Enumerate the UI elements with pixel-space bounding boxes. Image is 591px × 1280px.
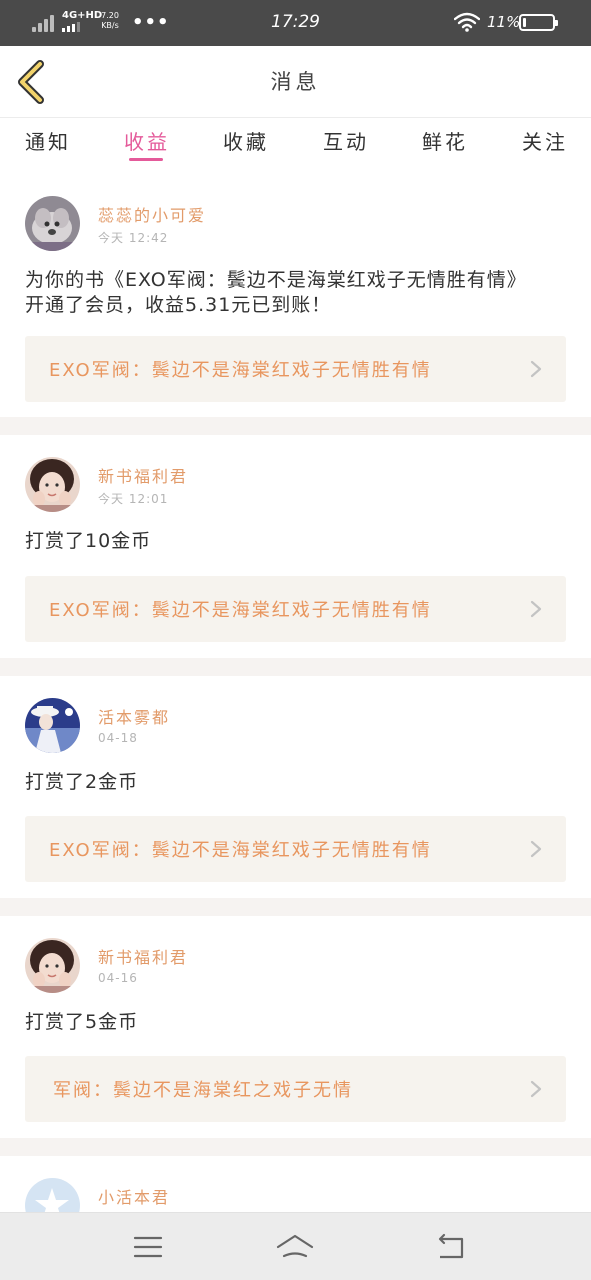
message-time: 04-16 [98,971,138,985]
tab-favorites[interactable]: 收藏 [223,126,269,155]
message-time: 今天 12:01 [98,492,169,506]
message-text: 打赏了10金币 [25,530,152,552]
message-time: 今天 12:42 [98,231,169,245]
username[interactable]: 新书福利君 [98,463,188,487]
book-link[interactable]: 军阀：鬓边不是海棠红之戏子无情 [25,1056,566,1122]
back-arrow-icon[interactable] [430,1231,470,1263]
system-navigation-bar [0,1212,591,1280]
wifi-icon [454,12,480,32]
message-card: 小活本君 [0,1156,591,1233]
username[interactable]: 小活本君 [98,1184,170,1208]
message-card: 蕊蕊的小可爱 今天 12:42 为你的书《EXO军阀：鬓边不是海棠红戏子无情胜有… [0,174,591,417]
battery-icon [519,14,558,31]
message-time: 04-18 [98,731,138,745]
username[interactable]: 活本雾都 [98,704,170,728]
chevron-right-icon [530,840,542,858]
book-title: EXO军阀：鬓边不是海棠红戏子无情胜有情 [49,600,432,621]
home-icon[interactable] [275,1231,315,1263]
tab-bar: 通知 收益 收藏 互动 鲜花 关注 [0,118,591,174]
username[interactable]: 蕊蕊的小可爱 [98,202,206,226]
page-title: 消息 [270,70,321,94]
tab-following[interactable]: 关注 [522,126,568,155]
book-title: EXO军阀：鬓边不是海棠红戏子无情胜有情 [49,360,432,381]
tab-interactions[interactable]: 互动 [323,126,369,155]
menu-icon[interactable] [128,1231,168,1263]
book-link[interactable]: EXO军阀：鬓边不是海棠红戏子无情胜有情 [25,576,566,642]
message-card: 活本雾都 04-18 打赏了2金币 EXO军阀：鬓边不是海棠红戏子无情胜有情 [0,676,591,898]
message-text: 打赏了5金币 [25,1011,139,1033]
book-title: EXO军阀：鬓边不是海棠红戏子无情胜有情 [49,840,432,861]
active-tab-indicator [129,158,163,161]
battery-level-fill [523,18,526,27]
user-avatar[interactable] [25,698,80,753]
message-card: 新书福利君 今天 12:01 打赏了10金币 EXO军阀：鬓边不是海棠红戏子无情… [0,435,591,658]
app-header: 消息 [0,46,591,118]
chevron-right-icon [530,360,542,378]
user-avatar[interactable] [25,457,80,512]
tab-earnings[interactable]: 收益 [124,126,170,155]
message-card: 新书福利君 04-16 打赏了5金币 军阀：鬓边不是海棠红之戏子无情 [0,916,591,1138]
user-avatar[interactable] [25,196,80,251]
status-bar: 4G+HD 7.20 KB/s ••• 17:29 11% [0,0,591,46]
tab-flowers[interactable]: 鲜花 [422,126,468,155]
book-title: 军阀：鬓边不是海棠红之戏子无情 [53,1080,353,1101]
username[interactable]: 新书福利君 [98,944,188,968]
chevron-right-icon [530,1080,542,1098]
chevron-right-icon [530,600,542,618]
battery-percent: 11% [487,13,521,31]
message-text: 打赏了2金币 [25,771,139,793]
tab-notifications[interactable]: 通知 [25,126,71,155]
book-link[interactable]: EXO军阀：鬓边不是海棠红戏子无情胜有情 [25,816,566,882]
message-text: 为你的书《EXO军阀：鬓边不是海棠红戏子无情胜有情》开通了会员，收益5.31元已… [25,269,527,316]
user-avatar[interactable] [25,938,80,993]
book-link[interactable]: EXO军阀：鬓边不是海棠红戏子无情胜有情 [25,336,566,402]
